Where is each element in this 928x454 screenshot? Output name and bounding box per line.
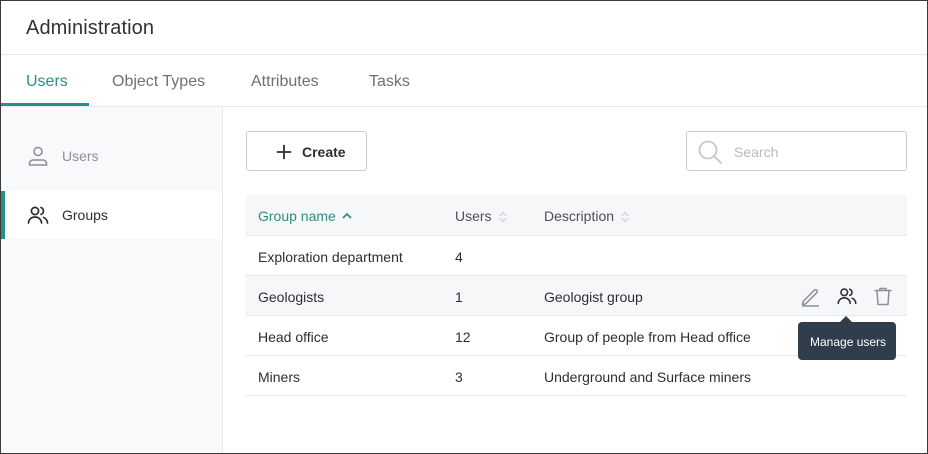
cell-group-name: Geologists [258, 289, 325, 305]
table-row[interactable]: Geologists 1 Geologist group [246, 276, 907, 316]
page-header: Administration [1, 1, 927, 55]
tab-bar: Users Object Types Attributes Tasks [1, 56, 927, 107]
cell-group-name: Exploration department [258, 249, 403, 265]
sidebar-item-users[interactable]: Users [1, 132, 222, 180]
delete-icon[interactable] [872, 285, 894, 307]
users-group-icon [26, 203, 50, 227]
sort-ascending-icon [342, 210, 352, 222]
app-window: Administration Users Object Types Attrib… [0, 0, 928, 454]
plus-icon [276, 144, 292, 160]
sort-icon [620, 210, 630, 223]
create-button-label: Create [302, 144, 346, 160]
sidebar-item-label: Groups [62, 207, 108, 223]
cell-description: Geologist group [544, 289, 643, 305]
sidebar-item-label: Users [62, 148, 99, 164]
search-box [686, 131, 907, 171]
active-item-indicator [1, 191, 5, 239]
table-header: Group name Users Description [246, 195, 907, 236]
create-button[interactable]: Create [246, 131, 367, 171]
cell-users: 4 [455, 249, 463, 265]
cell-description: Underground and Surface miners [544, 369, 752, 385]
column-header-label: Users [455, 208, 492, 224]
page-title: Administration [26, 17, 155, 39]
search-icon [697, 139, 723, 165]
sidebar-item-groups[interactable]: Groups [1, 191, 222, 239]
cell-group-name: Head office [258, 329, 329, 345]
cell-users: 12 [455, 329, 471, 345]
tab-attributes[interactable]: Attributes [251, 73, 319, 91]
column-header-group-name[interactable]: Group name [258, 208, 352, 224]
cell-users: 3 [455, 369, 463, 385]
tooltip-arrow [840, 316, 852, 322]
cell-description: Group of people from Head office [544, 329, 751, 345]
search-input[interactable] [734, 142, 894, 162]
column-header-label: Description [544, 208, 615, 224]
column-header-users[interactable]: Users [455, 208, 508, 224]
table-row[interactable]: Exploration department 4 [246, 236, 907, 276]
tab-tasks[interactable]: Tasks [369, 73, 410, 91]
column-header-description[interactable]: Description [544, 208, 630, 224]
edit-icon[interactable] [799, 285, 821, 307]
manage-users-icon[interactable] [836, 285, 858, 307]
cell-users: 1 [455, 289, 463, 305]
user-icon [26, 144, 50, 168]
tab-users[interactable]: Users [26, 73, 68, 91]
active-tab-indicator [1, 103, 89, 106]
cell-group-name: Miners [258, 369, 301, 385]
manage-users-tooltip: Manage users [798, 316, 896, 360]
column-header-label: Group name [258, 208, 336, 224]
sidebar: Users Groups [1, 107, 223, 453]
tab-object-types[interactable]: Object Types [112, 73, 205, 91]
sort-icon [498, 210, 508, 223]
table-row[interactable]: Miners 3 Underground and Surface miners [246, 356, 907, 396]
tooltip-text: Manage users [810, 335, 887, 349]
